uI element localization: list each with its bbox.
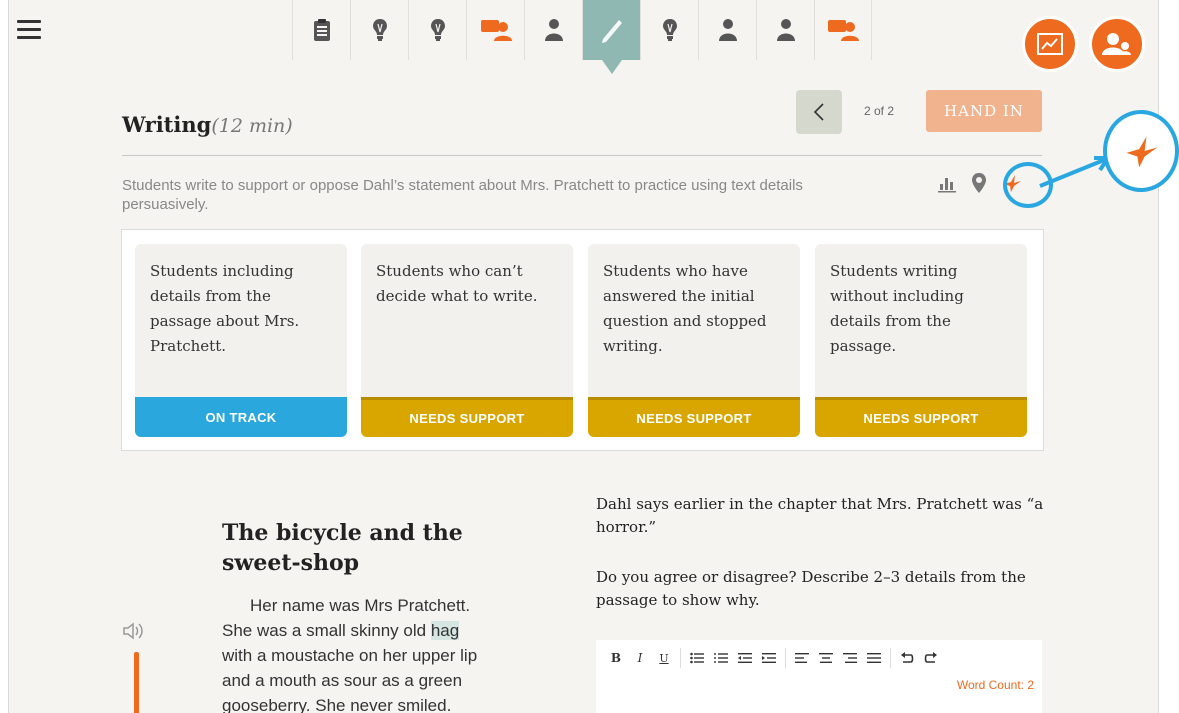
nav-step-student-3[interactable] [756,0,814,60]
toolbar-divider [680,648,681,668]
bold-button[interactable]: B [608,651,624,665]
nav-step-student-1[interactable] [524,0,582,60]
speaker-icon[interactable] [122,622,146,645]
discussion-icon [480,20,512,41]
nav-step-lightbulb-2[interactable] [408,0,466,60]
section-duration: (12 min) [211,115,293,137]
progress-chart-button[interactable] [1022,16,1078,72]
status-card[interactable]: Students writing without including detai… [815,244,1027,437]
hummingbird-icon [1126,136,1158,168]
lesson-step-nav [292,0,872,74]
status-badge: ON TRACK [135,397,347,437]
story-text: Her name was Mrs Pratchett. She was a sm… [222,593,512,713]
chevron-left-icon [813,103,824,121]
justify-icon[interactable] [866,652,882,664]
nav-step-lightbulb-1[interactable] [350,0,408,60]
section-title: Writing(12 min) [122,112,293,137]
line-chart-icon [1037,33,1063,55]
student-icon [718,19,737,41]
map-pin-icon[interactable] [971,172,987,194]
student-groups-icon [1102,33,1131,55]
story-line: with a moustache on her upper lip [222,646,478,665]
story-title: The bicycle and the sweet-shop [222,520,463,576]
italic-button[interactable]: I [632,651,648,665]
status-card-text: Students who have answered the initial q… [603,262,767,355]
nav-step-student-2[interactable] [698,0,756,60]
discussion-icon [828,20,859,41]
writing-prompt-question: Do you agree or disagree? Describe 2–3 d… [596,568,1026,609]
callout-hummingbird [1103,110,1179,192]
page-indicator: 2 of 2 [864,104,895,118]
nav-step-writing[interactable] [582,0,640,74]
status-badge: NEEDS SUPPORT [361,397,573,437]
status-badge: NEEDS SUPPORT [588,397,800,437]
story-text-segment: She was a small skinny old [222,621,431,640]
nav-step-discussion-2[interactable] [814,0,872,60]
app-frame: Writing(12 min) 2 of 2 HAND IN Students … [8,0,1159,713]
undo-icon[interactable] [899,652,915,664]
underline-button[interactable]: U [656,652,672,665]
align-center-icon[interactable] [818,652,834,664]
redo-icon[interactable] [923,652,939,664]
status-badge: NEEDS SUPPORT [815,397,1027,437]
nav-step-clipboard[interactable] [292,0,350,60]
response-editor[interactable]: B I U Word Count: 2 [596,640,1042,713]
section-title-text: Writing [122,112,212,137]
previous-page-button[interactable] [796,90,842,134]
status-card[interactable]: Students including details from the pass… [135,244,347,437]
lightbulb-icon [372,19,387,41]
pencil-icon [601,20,622,43]
highlighted-word[interactable]: hag [430,621,460,640]
indent-icon[interactable] [761,652,777,664]
story-line: Her name was Mrs Pratchett. [250,596,471,615]
word-count: Word Count: 2 [956,678,1034,692]
student-icon [776,19,795,41]
nav-step-lightbulb-3[interactable] [640,0,698,60]
bullet-list-icon[interactable] [689,652,705,664]
align-left-icon[interactable] [794,652,810,664]
hamburger-menu-icon[interactable] [17,20,41,40]
student-icon [544,19,563,41]
clipboard-icon [313,19,330,41]
align-right-icon[interactable] [842,652,858,664]
story-line: gooseberry. She never smiled. [222,696,452,713]
divider [122,155,1042,156]
toolbar-divider [890,648,891,668]
outdent-icon[interactable] [737,652,753,664]
bar-chart-icon[interactable] [937,173,957,193]
hand-in-button[interactable]: HAND IN [926,90,1042,132]
section-description: Students write to support or oppose Dahl… [122,177,803,213]
lightbulb-icon [430,19,445,41]
nav-step-discussion-1[interactable] [466,0,524,60]
status-card[interactable]: Students who can’t decide what to write.… [361,244,573,437]
student-status-panel: Students including details from the pass… [121,229,1044,451]
editor-toolbar: B I U [608,648,947,668]
writing-prompt-context: Dahl says earlier in the chapter that Mr… [596,495,1044,536]
status-card-text: Students including details from the pass… [150,262,300,355]
story-line: She was a small skinny old hag [222,618,512,643]
reading-progress-bar[interactable] [134,652,139,713]
student-groups-button[interactable] [1089,16,1145,72]
status-card[interactable]: Students who have answered the initial q… [588,244,800,437]
status-card-text: Students who can’t decide what to write. [376,262,538,305]
numbered-list-icon[interactable] [713,652,729,664]
top-bar [9,0,1158,74]
lightbulb-icon [662,19,677,41]
status-card-text: Students writing without including detai… [830,262,964,355]
toolbar-divider [785,648,786,668]
story-line: and a mouth as sour as a green [222,671,463,690]
